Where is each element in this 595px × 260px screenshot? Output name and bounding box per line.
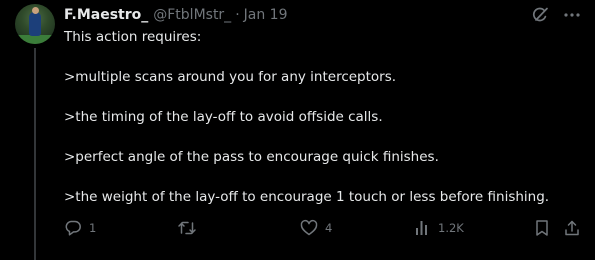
like-icon (300, 219, 318, 236)
like-count: 4 (325, 221, 333, 235)
post-date[interactable]: Jan 19 (244, 7, 288, 23)
post-line: >the timing of the lay-off to avoid offs… (64, 109, 383, 125)
bookmark-icon (536, 220, 548, 236)
bookmark-button[interactable] (534, 217, 550, 239)
share-icon (565, 220, 579, 236)
repost-button[interactable] (177, 217, 204, 239)
separator-dot: · (235, 7, 240, 23)
post-body: This action requires: >multiple scans ar… (64, 27, 584, 207)
repost-icon (178, 221, 196, 235)
view-count: 1.2K (438, 221, 464, 235)
author-name[interactable]: F.Maestro_ (64, 7, 148, 23)
reply-button[interactable]: 1 (64, 217, 96, 239)
share-button[interactable] (564, 217, 580, 239)
avatar[interactable] (15, 4, 55, 44)
views-button[interactable]: 1.2K (415, 217, 464, 239)
reply-icon (65, 220, 81, 236)
like-button[interactable]: 4 (300, 217, 332, 239)
action-bar: 1 4 1.2K (64, 217, 584, 239)
post-header: F.Maestro_ @FtblMstr_ · Jan 19 (64, 4, 288, 26)
post-line: >the weight of the lay-off to encourage … (64, 189, 550, 205)
views-icon (416, 221, 427, 235)
avatar-ground (15, 35, 55, 44)
post-line: >perfect angle of the pass to encourage … (64, 149, 439, 165)
avatar-head (32, 7, 39, 14)
grok-icon[interactable] (529, 4, 551, 26)
avatar-figure (29, 12, 41, 36)
reply-count: 1 (89, 221, 97, 235)
post-line: >multiple scans around you for any inter… (64, 69, 397, 85)
author-handle[interactable]: @FtblMstr_ (153, 7, 231, 23)
top-icons (519, 4, 583, 26)
more-icon[interactable] (561, 4, 583, 26)
thread-line (34, 48, 36, 260)
post-line-intro: This action requires: (64, 29, 202, 45)
